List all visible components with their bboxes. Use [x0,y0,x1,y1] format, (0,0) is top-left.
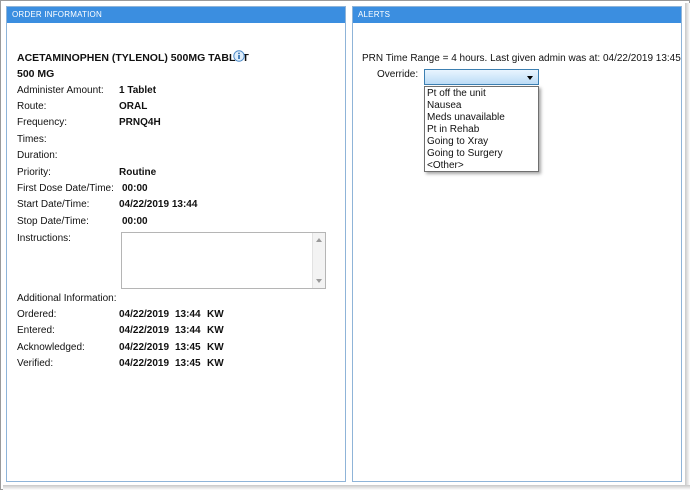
administer-amount-label: Administer Amount: [17,85,104,96]
dose-amount: 500 MG [17,68,55,80]
override-option-going-to-xray[interactable]: Going to Xray [425,136,538,148]
ordered-label: Ordered: [17,309,57,320]
instructions-scrollbar[interactable] [312,233,325,288]
drug-name: ACETAMINOPHEN (TYLENOL) 500MG TABLET [17,52,249,64]
frequency-label: Frequency: [17,117,68,128]
ordered-date: 04/22/2019 [119,309,170,320]
times-label: Times: [17,134,47,145]
scroll-down-icon[interactable] [316,279,322,283]
verified-time: 13:45 [175,358,201,369]
start-datetime-value: 04/22/2019 13:44 [119,199,198,210]
override-option-pt-in-rehab[interactable]: Pt in Rehab [425,124,538,136]
administer-amount-value: 1 Tablet [119,85,157,96]
override-dropdown[interactable] [424,69,539,85]
acknowledged-date: 04/22/2019 [119,342,170,353]
verified-user: KW [207,358,224,369]
order-information-panel: ORDER INFORMATION ACETAMINOPHEN (TYLENOL… [6,6,346,482]
instructions-textarea[interactable] [121,232,326,289]
route-label: Route: [17,101,47,112]
window-shadow-bottom [3,485,690,490]
override-option-pt-off-unit[interactable]: Pt off the unit [425,88,538,100]
override-option-going-to-surgery[interactable]: Going to Surgery [425,148,538,160]
first-dose-label: First Dose Date/Time: [17,183,114,194]
alerts-panel: ALERTS PRN Time Range = 4 hours. Last gi… [352,6,682,482]
first-dose-value: 00:00 [122,183,148,194]
entered-label: Entered: [17,325,55,336]
override-option-other[interactable]: <Other> [425,160,538,172]
prn-time-range-message: PRN Time Range = 4 hours. Last given adm… [362,53,681,64]
stop-datetime-label: Stop Date/Time: [17,216,89,227]
override-option-nausea[interactable]: Nausea [425,100,538,112]
priority-value: Routine [119,167,157,178]
entered-user: KW [207,325,224,336]
chevron-down-icon[interactable] [527,76,533,80]
frequency-value: PRNQ4H [119,117,161,128]
order-information-header: ORDER INFORMATION [7,7,345,23]
entered-date: 04/22/2019 [119,325,170,336]
window-shadow-right [685,3,690,490]
acknowledged-label: Acknowledged: [17,342,85,353]
acknowledged-time: 13:45 [175,342,201,353]
duration-label: Duration: [17,150,58,161]
acknowledged-user: KW [207,342,224,353]
info-icon[interactable] [233,50,245,62]
priority-label: Priority: [17,167,51,178]
start-datetime-label: Start Date/Time: [17,199,90,210]
ordered-user: KW [207,309,224,320]
override-option-meds-unavailable[interactable]: Meds unavailable [425,112,538,124]
override-label: Override: [377,69,419,80]
ordered-time: 13:44 [175,309,201,320]
route-value: ORAL [119,101,148,112]
alerts-header: ALERTS [353,7,681,23]
instructions-label: Instructions: [17,233,71,244]
verified-date: 04/22/2019 [119,358,170,369]
stop-datetime-value: 00:00 [122,216,148,227]
additional-information-label: Additional Information: [17,293,117,304]
verified-label: Verified: [17,358,54,369]
scroll-up-icon[interactable] [316,238,322,242]
override-options-list: Pt off the unit Nausea Meds unavailable … [424,86,539,172]
entered-time: 13:44 [175,325,201,336]
